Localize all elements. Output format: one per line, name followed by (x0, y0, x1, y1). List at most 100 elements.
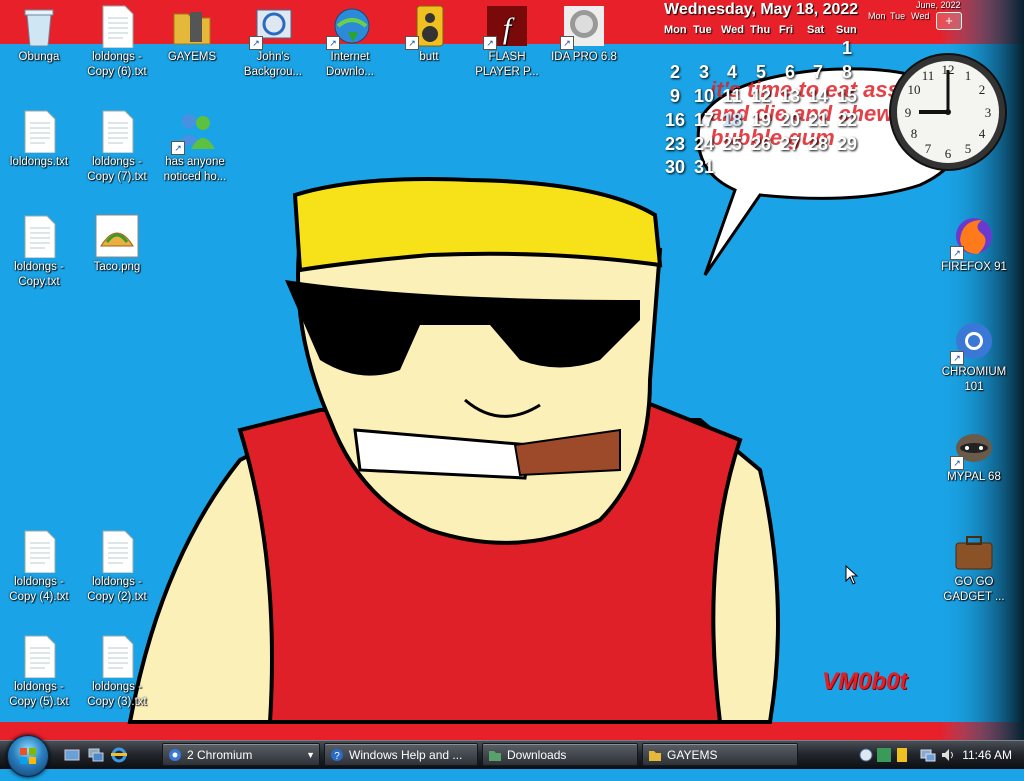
calendar-day[interactable]: 31 (690, 157, 718, 178)
calendar-day[interactable]: 26 (747, 134, 775, 155)
calendar-day[interactable]: 22 (833, 110, 861, 131)
svg-text:2: 2 (979, 82, 986, 97)
desktop-icon-flash-player[interactable]: f ↗ FLASH PLAYER P... (469, 0, 545, 80)
calendar-day[interactable]: 8 (833, 62, 861, 83)
help-icon: ? (331, 749, 343, 762)
calendar-day[interactable]: 5 (747, 62, 775, 83)
calendar-day[interactable]: 7 (804, 62, 832, 83)
calendar-day[interactable]: 14 (804, 86, 832, 107)
calendar-day[interactable]: 4 (718, 62, 746, 83)
group-dropdown-icon: ▼ (306, 750, 315, 760)
calendar-day[interactable]: 27 (776, 134, 804, 155)
desktop-icon-loldongs-copy-6[interactable]: loldongs - Copy (6).txt (79, 0, 155, 80)
desktop-icon-loldongs-copy-5[interactable]: loldongs - Copy (5).txt (1, 630, 77, 710)
desktop-icon-internet-download[interactable]: ↗ Internet Downlo... (312, 0, 388, 80)
network-app-icon[interactable] (876, 747, 892, 763)
switch-windows-icon[interactable] (88, 747, 104, 763)
desktop-icon-chromium[interactable]: ↗ CHROMIUM 101 (936, 315, 1012, 395)
shortcut-arrow-icon: ↗ (483, 36, 497, 50)
calendar-day[interactable]: 24 (690, 134, 718, 155)
desktop-icon-loldongs-copy-4[interactable]: loldongs - Copy (4).txt (1, 525, 77, 605)
taskbar-button-gayems[interactable]: GAYEMS (642, 743, 798, 766)
desktop-icon-has-anyone-noticed[interactable]: ↗ has anyone noticed ho... (157, 105, 233, 185)
calendar-weekday-label: Thu (750, 24, 771, 36)
svg-text:8: 8 (911, 126, 918, 141)
ida-icon: ↗ (560, 4, 606, 50)
calendar-day[interactable]: 30 (661, 157, 689, 178)
calendar-day[interactable]: 13 (776, 86, 804, 107)
svg-text:9: 9 (905, 105, 912, 120)
calendar-date-header: Wednesday, May 18, 2022 (664, 1, 859, 18)
text-file-icon (17, 214, 61, 259)
mini-calendar-dow-wed: Wed (911, 11, 930, 21)
calendar-day[interactable]: 10 (690, 86, 718, 107)
calendar-day[interactable]: 18 (718, 110, 746, 131)
speaker-app-icon[interactable] (894, 747, 910, 763)
clock-gadget[interactable]: 12 1 2 345 678 9 10 11 (886, 50, 1010, 174)
calendar-day[interactable]: 29 (833, 134, 861, 155)
taskbar-button-windows-help[interactable]: ? Windows Help and ... (324, 743, 478, 766)
speaker-icon: ↗ (405, 4, 451, 50)
text-file-icon (17, 109, 61, 154)
text-file-icon (95, 4, 139, 49)
gadget-add-button[interactable]: + (936, 12, 962, 30)
desktop-icon-loldongs-copy-3[interactable]: loldongs - Copy (3).txt (79, 630, 155, 710)
start-button[interactable] (7, 735, 49, 777)
shortcut-arrow-icon: ↗ (326, 36, 340, 50)
desktop-icon-go-go-gadget[interactable]: GO GO GADGET ... (936, 525, 1012, 605)
calendar-day[interactable]: 25 (718, 134, 746, 155)
desktop-icon-loldongs-copy[interactable]: loldongs - Copy.txt (1, 210, 77, 290)
show-desktop-icon[interactable] (64, 747, 80, 763)
desktop-icon-loldongs-copy-7[interactable]: loldongs - Copy (7).txt (79, 105, 155, 185)
calendar-day[interactable]: 11 (718, 86, 746, 107)
shortcut-arrow-icon: ↗ (950, 351, 964, 365)
desktop-icon-firefox[interactable]: ↗ FIREFOX 91 (936, 210, 1012, 275)
taskbar-button-downloads[interactable]: Downloads (482, 743, 638, 766)
mini-calendar-month: June, 2022 (916, 0, 961, 10)
chromium-icon (169, 749, 181, 761)
mouse-cursor-icon (845, 565, 859, 585)
calendar-day[interactable]: 21 (804, 110, 832, 131)
firefox-icon: ↗ (950, 214, 996, 260)
sync-icon[interactable] (858, 747, 874, 763)
calendar-day[interactable]: 6 (776, 62, 804, 83)
internet-explorer-icon[interactable] (111, 747, 127, 763)
mini-calendar-dow-tue: Tue (890, 11, 906, 21)
taskbar-button-chromium[interactable]: 2 Chromium ▼ (162, 743, 320, 766)
desktop-icon-mypal[interactable]: ↗ MYPAL 68 (936, 420, 1012, 485)
background-app-icon: ↗ (249, 4, 295, 50)
calendar-day[interactable]: 15 (833, 86, 861, 107)
calendar-day[interactable]: 3 (690, 62, 718, 83)
desktop-icon-ida-pro[interactable]: ↗ IDA PRO 6.8 (546, 0, 622, 65)
calendar-day[interactable]: 12 (747, 86, 775, 107)
calendar-day[interactable]: 9 (661, 86, 689, 107)
desktop-icon-gayems[interactable]: GAYEMS (154, 0, 230, 65)
desktop-icon-taco[interactable]: Taco.png (79, 210, 155, 275)
calendar-day[interactable]: 2 (661, 62, 689, 83)
taskbar: 2 Chromium ▼ ? Windows Help and ... Down… (0, 735, 1024, 777)
desktop-icon-butt[interactable]: ↗ butt (391, 0, 467, 65)
download-manager-icon: ↗ (326, 4, 372, 50)
calendar-day[interactable]: 23 (661, 134, 689, 155)
calendar-day[interactable]: 28 (804, 134, 832, 155)
folder-icon (170, 4, 214, 48)
shortcut-arrow-icon: ↗ (950, 246, 964, 260)
volume-icon[interactable] (940, 747, 956, 763)
taco-image-icon (95, 214, 139, 258)
calendar-day[interactable]: 16 (661, 110, 689, 131)
shortcut-arrow-icon: ↗ (171, 141, 185, 155)
desktop-icon-johns-background[interactable]: ↗ John's Backgrou... (235, 0, 311, 80)
taskbar-clock[interactable]: 11:46 AM (962, 743, 1012, 767)
calendar-day[interactable]: 20 (776, 110, 804, 131)
network-icon[interactable] (920, 747, 936, 763)
desktop-icon-obunga[interactable]: Obunga (1, 0, 77, 65)
desktop-icon-loldongs-copy-2[interactable]: loldongs - Copy (2).txt (79, 525, 155, 605)
calendar-day[interactable]: 19 (747, 110, 775, 131)
desktop-icon-loldongs[interactable]: loldongs.txt (1, 105, 77, 170)
calendar-day[interactable]: 17 (690, 110, 718, 131)
calendar-weekday-label: Sat (807, 24, 825, 36)
svg-text:?: ? (334, 751, 340, 762)
calendar-day[interactable]: 1 (833, 38, 861, 59)
windows-logo-icon (20, 748, 36, 764)
svg-text:6: 6 (945, 146, 952, 161)
